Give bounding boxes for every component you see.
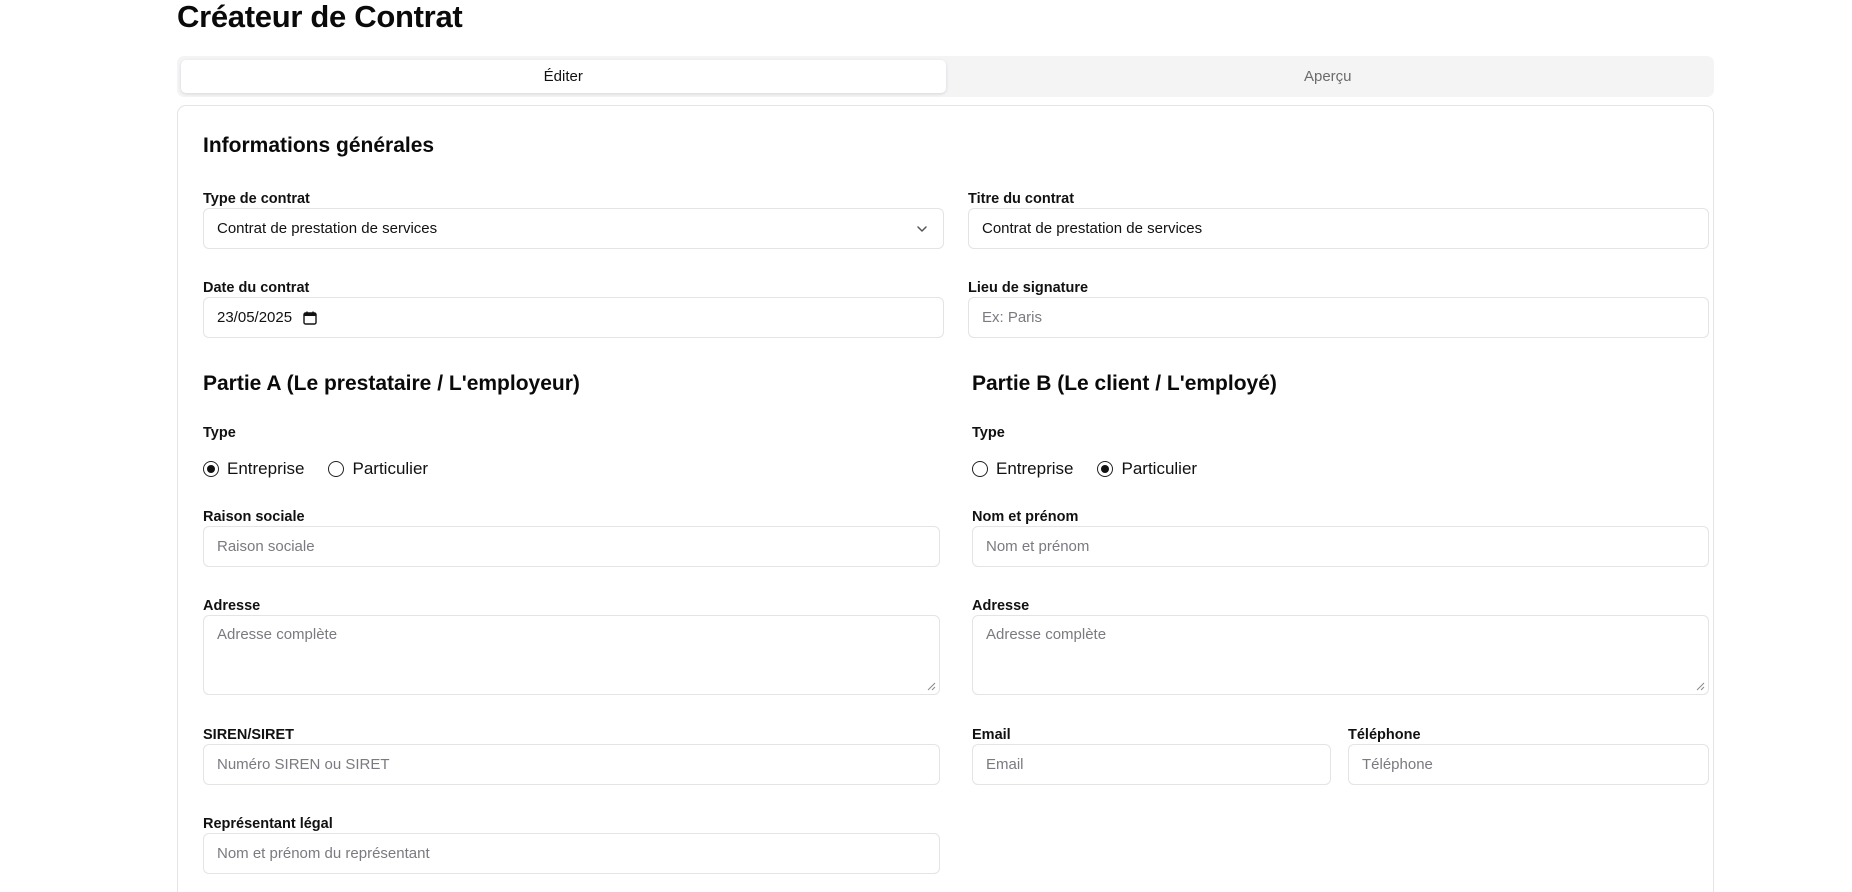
party-a-name-placeholder: Raison sociale xyxy=(217,538,315,555)
party-b-name-placeholder: Nom et prénom xyxy=(986,538,1090,555)
calendar-icon[interactable] xyxy=(302,310,318,326)
party-a-rep-label: Représentant légal xyxy=(203,816,333,832)
radio-unchecked-icon[interactable] xyxy=(328,461,345,477)
party-b-email-placeholder: Email xyxy=(986,756,1024,773)
party-b-phone-input[interactable]: Téléphone xyxy=(1348,744,1709,785)
party-a-siren-label: SIREN/SIRET xyxy=(203,727,295,743)
radio-label: Particulier xyxy=(1121,459,1198,478)
page-title: Créateur de Contrat xyxy=(177,0,463,34)
general-info-title: Informations générales xyxy=(203,134,435,157)
resize-handle-icon[interactable] xyxy=(926,681,936,691)
party-a-name-input[interactable]: Raison sociale xyxy=(203,526,940,567)
contract-type-label: Type de contrat xyxy=(203,191,310,207)
party-a-address-label: Adresse xyxy=(203,598,261,614)
resize-handle-icon[interactable] xyxy=(1695,681,1705,691)
party-a-address-textarea[interactable]: Adresse complète xyxy=(203,615,940,695)
party-b-radio-individual[interactable]: Particulier xyxy=(1097,459,1197,479)
tab-list: Éditer Aperçu xyxy=(177,56,1714,97)
contract-date-label: Date du contrat xyxy=(203,280,310,296)
party-a-name-label: Raison sociale xyxy=(203,509,305,525)
party-b-phone-placeholder: Téléphone xyxy=(1362,756,1433,773)
party-a-title: Partie A (Le prestataire / L'employeur) xyxy=(203,372,580,395)
signature-place-placeholder: Ex: Paris xyxy=(982,309,1043,326)
party-b-name-input[interactable]: Nom et prénom xyxy=(972,526,1709,567)
party-b-type-label: Type xyxy=(972,425,1005,441)
radio-unchecked-icon[interactable] xyxy=(972,461,988,477)
chevron-down-icon xyxy=(917,226,927,232)
party-a-siren-placeholder: Numéro SIREN ou SIRET xyxy=(217,756,390,773)
radio-checked-icon[interactable] xyxy=(1097,461,1114,477)
contract-date-value: 23/05/2025 xyxy=(217,309,293,326)
contract-form-card: Informations générales Type de contrat C… xyxy=(177,105,1714,892)
contract-date-input[interactable]: 23/05/2025 xyxy=(203,297,944,338)
party-b-address-label: Adresse xyxy=(972,598,1030,614)
party-b-radio-company[interactable]: Entreprise xyxy=(972,459,1073,479)
party-a-rep-input[interactable]: Nom et prénom du représentant xyxy=(203,833,940,874)
signature-place-input[interactable]: Ex: Paris xyxy=(968,297,1709,338)
party-a-siren-input[interactable]: Numéro SIREN ou SIRET xyxy=(203,744,940,785)
party-a-radio-individual[interactable]: Particulier xyxy=(328,459,428,479)
contract-title-input[interactable]: Contrat de prestation de services xyxy=(968,208,1709,249)
party-a-type-label: Type xyxy=(203,425,236,441)
signature-place-label: Lieu de signature xyxy=(968,280,1089,296)
party-a-rep-placeholder: Nom et prénom du représentant xyxy=(217,845,430,862)
tab-edit[interactable]: Éditer xyxy=(181,60,946,93)
party-a-radio-company[interactable]: Entreprise xyxy=(203,459,304,479)
party-a-address-placeholder: Adresse complète xyxy=(217,626,338,643)
party-b-email-label: Email xyxy=(972,727,1011,743)
party-b-address-textarea[interactable]: Adresse complète xyxy=(972,615,1709,695)
radio-label: Particulier xyxy=(352,459,429,478)
party-a-type-radio-group: Entreprise Particulier xyxy=(203,459,452,479)
party-b-email-input[interactable]: Email xyxy=(972,744,1331,785)
radio-checked-icon[interactable] xyxy=(203,461,219,477)
radio-label: Entreprise xyxy=(996,459,1074,478)
radio-label: Entreprise xyxy=(227,459,305,478)
contract-type-select[interactable]: Contrat de prestation de services xyxy=(203,208,944,249)
party-b-phone-label: Téléphone xyxy=(1348,727,1421,743)
tab-preview[interactable]: Aperçu xyxy=(946,60,1711,93)
party-b-name-label: Nom et prénom xyxy=(972,509,1079,525)
contract-type-value: Contrat de prestation de services xyxy=(217,220,438,237)
party-b-title: Partie B (Le client / L'employé) xyxy=(972,372,1277,395)
contract-title-value: Contrat de prestation de services xyxy=(982,220,1203,237)
party-b-address-placeholder: Adresse complète xyxy=(986,626,1107,643)
contract-title-label: Titre du contrat xyxy=(968,191,1075,207)
party-b-type-radio-group: Entreprise Particulier xyxy=(972,459,1221,479)
